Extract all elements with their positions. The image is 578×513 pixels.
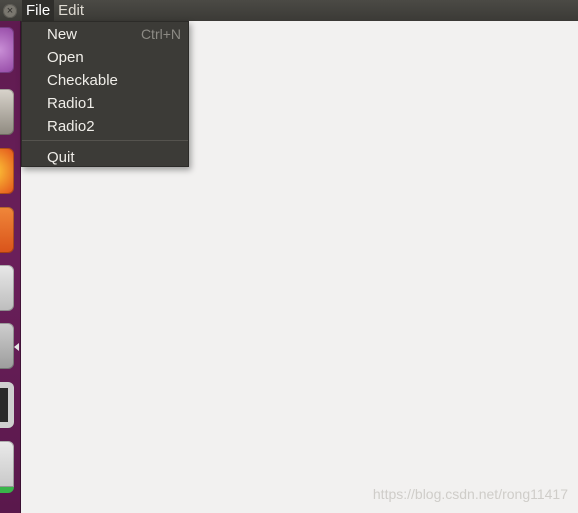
- menu-separator: [22, 140, 188, 141]
- tools-icon[interactable]: [0, 265, 14, 311]
- menu-item-label: Radio2: [47, 118, 95, 135]
- menu-item-radio2[interactable]: Radio2: [22, 115, 188, 138]
- menu-item-label: Quit: [47, 149, 75, 166]
- menu-item-label: Checkable: [47, 72, 118, 89]
- green-app-icon[interactable]: [0, 441, 14, 493]
- file-menu-dropdown: New Ctrl+N Open Checkable Radio1 Radio2 …: [21, 21, 189, 167]
- files-icon[interactable]: [0, 89, 14, 135]
- menu-item-label: New: [47, 26, 78, 43]
- active-indicator: [14, 343, 19, 351]
- orange-app-icon[interactable]: [0, 207, 14, 253]
- menu-edit[interactable]: Edit: [54, 0, 88, 21]
- menu-item-new[interactable]: New Ctrl+N: [22, 23, 188, 46]
- menu-item-label: Open: [47, 49, 84, 66]
- launcher: [0, 0, 21, 513]
- menu-item-label: Radio1: [47, 95, 95, 112]
- terminal-icon[interactable]: [0, 382, 14, 428]
- watermark: https://blog.csdn.net/rong11417: [372, 486, 568, 502]
- firefox-icon[interactable]: [0, 148, 14, 194]
- menu-item-checkable[interactable]: Checkable: [22, 69, 188, 92]
- menu-file[interactable]: File: [22, 0, 55, 21]
- menu-item-shortcut: Ctrl+N: [140, 26, 181, 42]
- settings-icon[interactable]: [0, 323, 14, 369]
- menu-bar: × File Edit: [0, 0, 578, 21]
- menu-item-quit[interactable]: Quit: [22, 146, 188, 169]
- close-icon[interactable]: ×: [3, 3, 17, 18]
- app-icon-purple[interactable]: [0, 27, 14, 73]
- menu-item-open[interactable]: Open: [22, 46, 188, 69]
- menu-item-radio1[interactable]: Radio1: [22, 92, 188, 115]
